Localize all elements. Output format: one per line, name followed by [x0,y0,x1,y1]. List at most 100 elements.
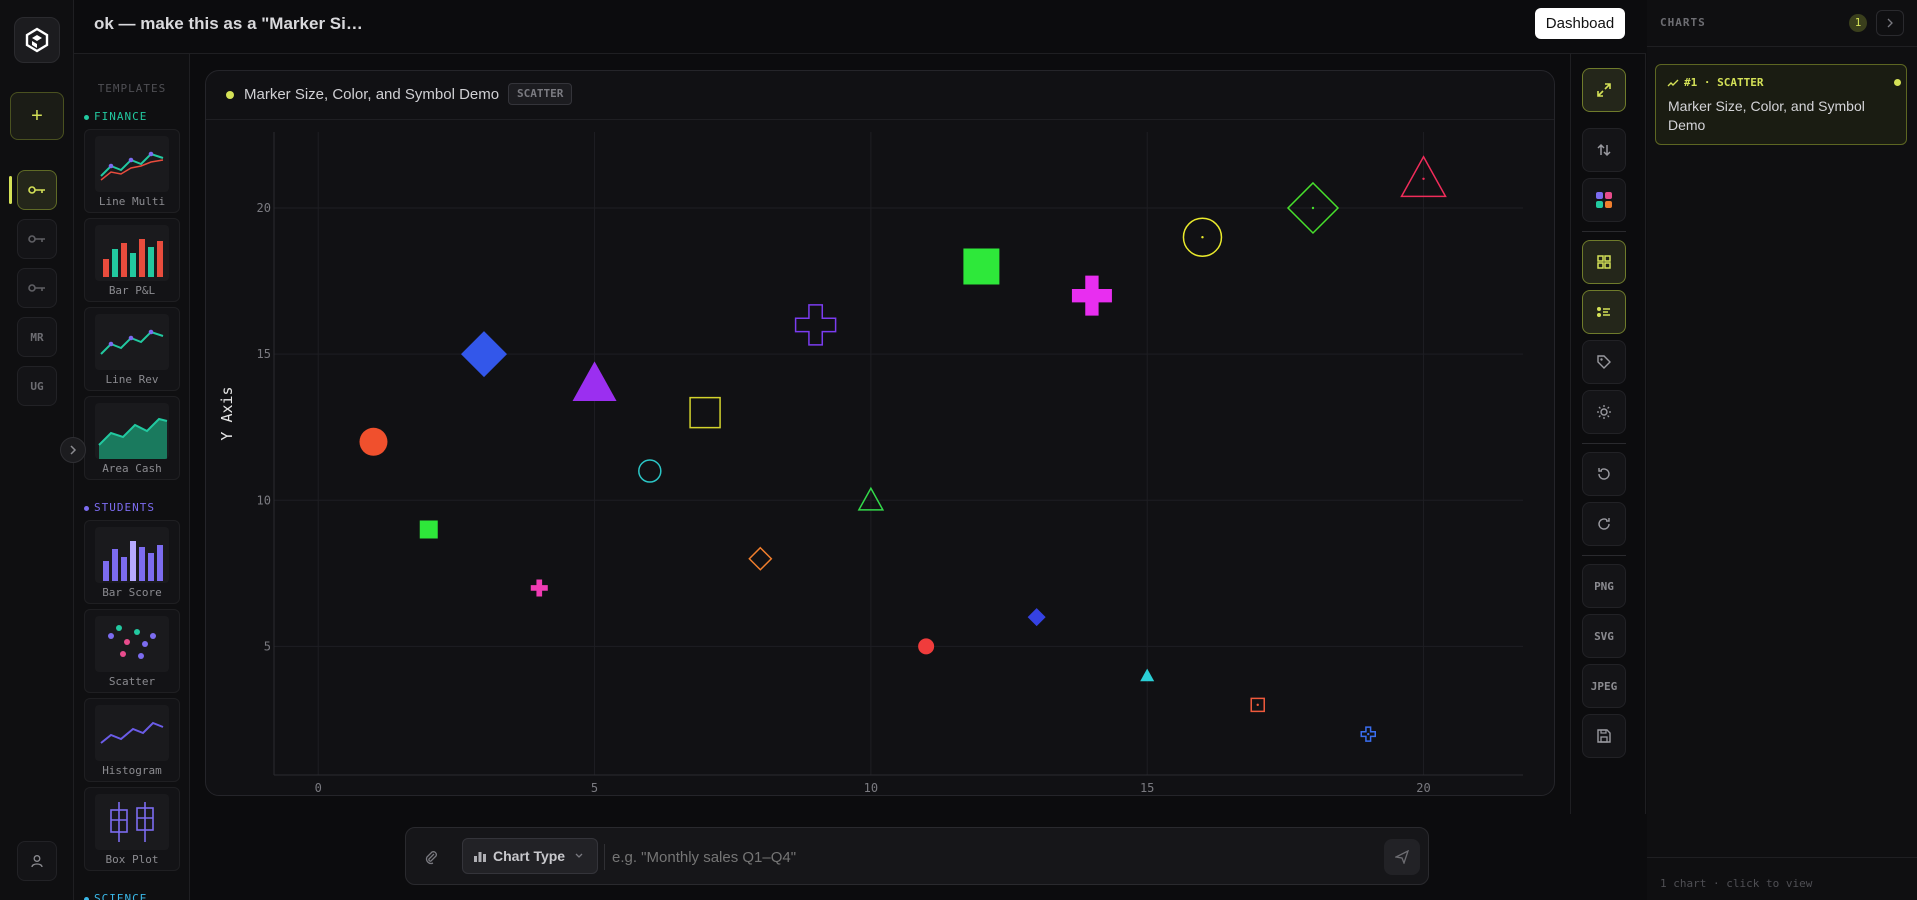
logo-icon [25,27,49,53]
chart-list-item-header: #1 · SCATTER [1684,76,1764,89]
scatter-point[interactable] [748,546,773,571]
template-caption: Histogram [102,764,162,777]
color-palette-button[interactable] [1582,178,1626,222]
new-chat-button[interactable]: + [10,92,64,140]
export-png-button[interactable]: PNG [1582,564,1626,608]
bar-score-thumbnail [103,541,163,581]
panel-divider [1647,46,1917,47]
scatter-point[interactable] [794,304,837,346]
template-line-multi[interactable]: Line Multi [84,129,180,213]
scatter-point[interactable] [918,638,935,655]
rail-item-3[interactable] [17,268,57,308]
chart-type-badge: SCATTER [508,83,573,105]
key-icon [28,235,45,243]
template-caption: Box Plot [105,853,159,866]
export-svg-button[interactable]: SVG [1582,614,1626,658]
user-icon [31,855,43,868]
scatter-point-dot [1422,177,1425,180]
theme-button[interactable] [1582,390,1626,434]
chart-card: Marker Size, Color, and Symbol Demo SCAT… [205,70,1555,796]
top-bar: ok — make this as a "Marker Si… Dashboad [74,0,1646,54]
chart-list-item-title: Marker Size, Color, and Symbol Demo [1668,98,1865,133]
template-box-plot[interactable]: Box Plot [84,787,180,871]
profile-button[interactable] [17,841,57,881]
template-histogram[interactable]: Histogram [84,698,180,782]
app-logo[interactable] [14,17,60,63]
chart-type-select[interactable]: Chart Type [462,838,598,874]
y-axis-title: Y Axis [218,386,236,440]
tag-icon [1597,355,1611,369]
chart-list-item-status-dot [1894,79,1901,86]
scatter-point[interactable] [359,427,388,456]
bar-pl-thumbnail [103,239,163,277]
chart-list-item[interactable]: #1 · SCATTER Marker Size, Color, and Sym… [1655,64,1907,145]
legend-toggle-button[interactable] [1582,290,1626,334]
scatter-thumbnail [108,625,156,659]
rail-item-mr[interactable]: MR [17,317,57,357]
labels-button[interactable] [1582,340,1626,384]
redo-icon [1598,518,1610,530]
template-caption: Line Multi [98,195,166,208]
prompt-input[interactable] [612,840,1372,874]
trend-icon [1667,79,1679,87]
key-icon [28,284,45,292]
template-bar-score[interactable]: Bar Score [84,520,180,604]
redo-button[interactable] [1582,502,1626,546]
histogram-thumbnail [100,721,164,744]
template-caption: Scatter [108,675,156,688]
bar-chart-icon [474,852,486,862]
export-jpeg-button[interactable]: JPEG [1582,664,1626,708]
template-caption: Bar Score [102,586,162,599]
scatter-point-dot [1256,703,1259,707]
x-tick-label: 20 [1416,781,1430,795]
grid-toggle-button[interactable] [1582,240,1626,284]
template-bar-pl[interactable]: Bar P&L [84,218,180,302]
x-tick-label: 0 [315,781,322,795]
scatter-point[interactable] [530,579,548,597]
fullscreen-button[interactable] [1582,68,1626,112]
y-tick-label: 5 [264,639,271,653]
template-line-rev[interactable]: Line Rev [84,307,180,391]
area-cash-thumbnail [98,417,168,459]
save-icon [1597,729,1611,743]
scatter-point[interactable] [1027,608,1046,627]
conversation-title: ok — make this as a "Marker Si… [94,14,363,33]
scatter-point[interactable] [572,361,617,401]
undo-icon [1598,468,1610,480]
chart-title: Marker Size, Color, and Symbol Demo [244,86,500,103]
section-science: SCIENCE [84,892,147,900]
scatter-point[interactable] [689,396,721,429]
undo-button[interactable] [1582,452,1626,496]
y-tick-label: 15 [257,347,271,361]
scatter-point-dot [1367,732,1370,736]
panel-footer: 1 chart · click to view [1660,877,1813,890]
scatter-point[interactable] [461,331,508,378]
template-caption: Area Cash [102,462,162,475]
rail-item-ug[interactable]: UG [17,366,57,406]
attach-button[interactable] [420,846,442,868]
grid-icon [1597,255,1611,269]
rail-item-2[interactable] [17,219,57,259]
scatter-plot[interactable]: 051015205101520X AxisY Axis [206,120,1556,796]
swap-axes-button[interactable] [1582,128,1626,172]
template-scatter[interactable]: Scatter [84,609,180,693]
save-button[interactable] [1582,714,1626,758]
collapse-sidebar-button[interactable] [60,437,86,463]
scatter-point[interactable] [1140,668,1155,682]
box-plot-thumbnail [110,802,154,842]
x-tick-label: 15 [1140,781,1154,795]
scatter-point[interactable] [419,520,438,539]
send-button[interactable] [1384,839,1420,875]
template-area-cash[interactable]: Area Cash [84,396,180,480]
section-finance: FINANCE [84,110,147,123]
chart-status-dot [226,91,234,99]
scatter-point[interactable] [963,248,1000,285]
panel-collapse-button[interactable] [1876,10,1904,36]
dashboard-button[interactable]: Dashboad [1535,8,1625,39]
scatter-point[interactable] [1071,275,1112,316]
charts-heading: CHARTS [1660,16,1706,29]
rail-item-1[interactable] [17,170,57,210]
scatter-point[interactable] [638,459,662,483]
palette-icon [1596,192,1612,208]
panel-footer-divider [1647,857,1917,858]
